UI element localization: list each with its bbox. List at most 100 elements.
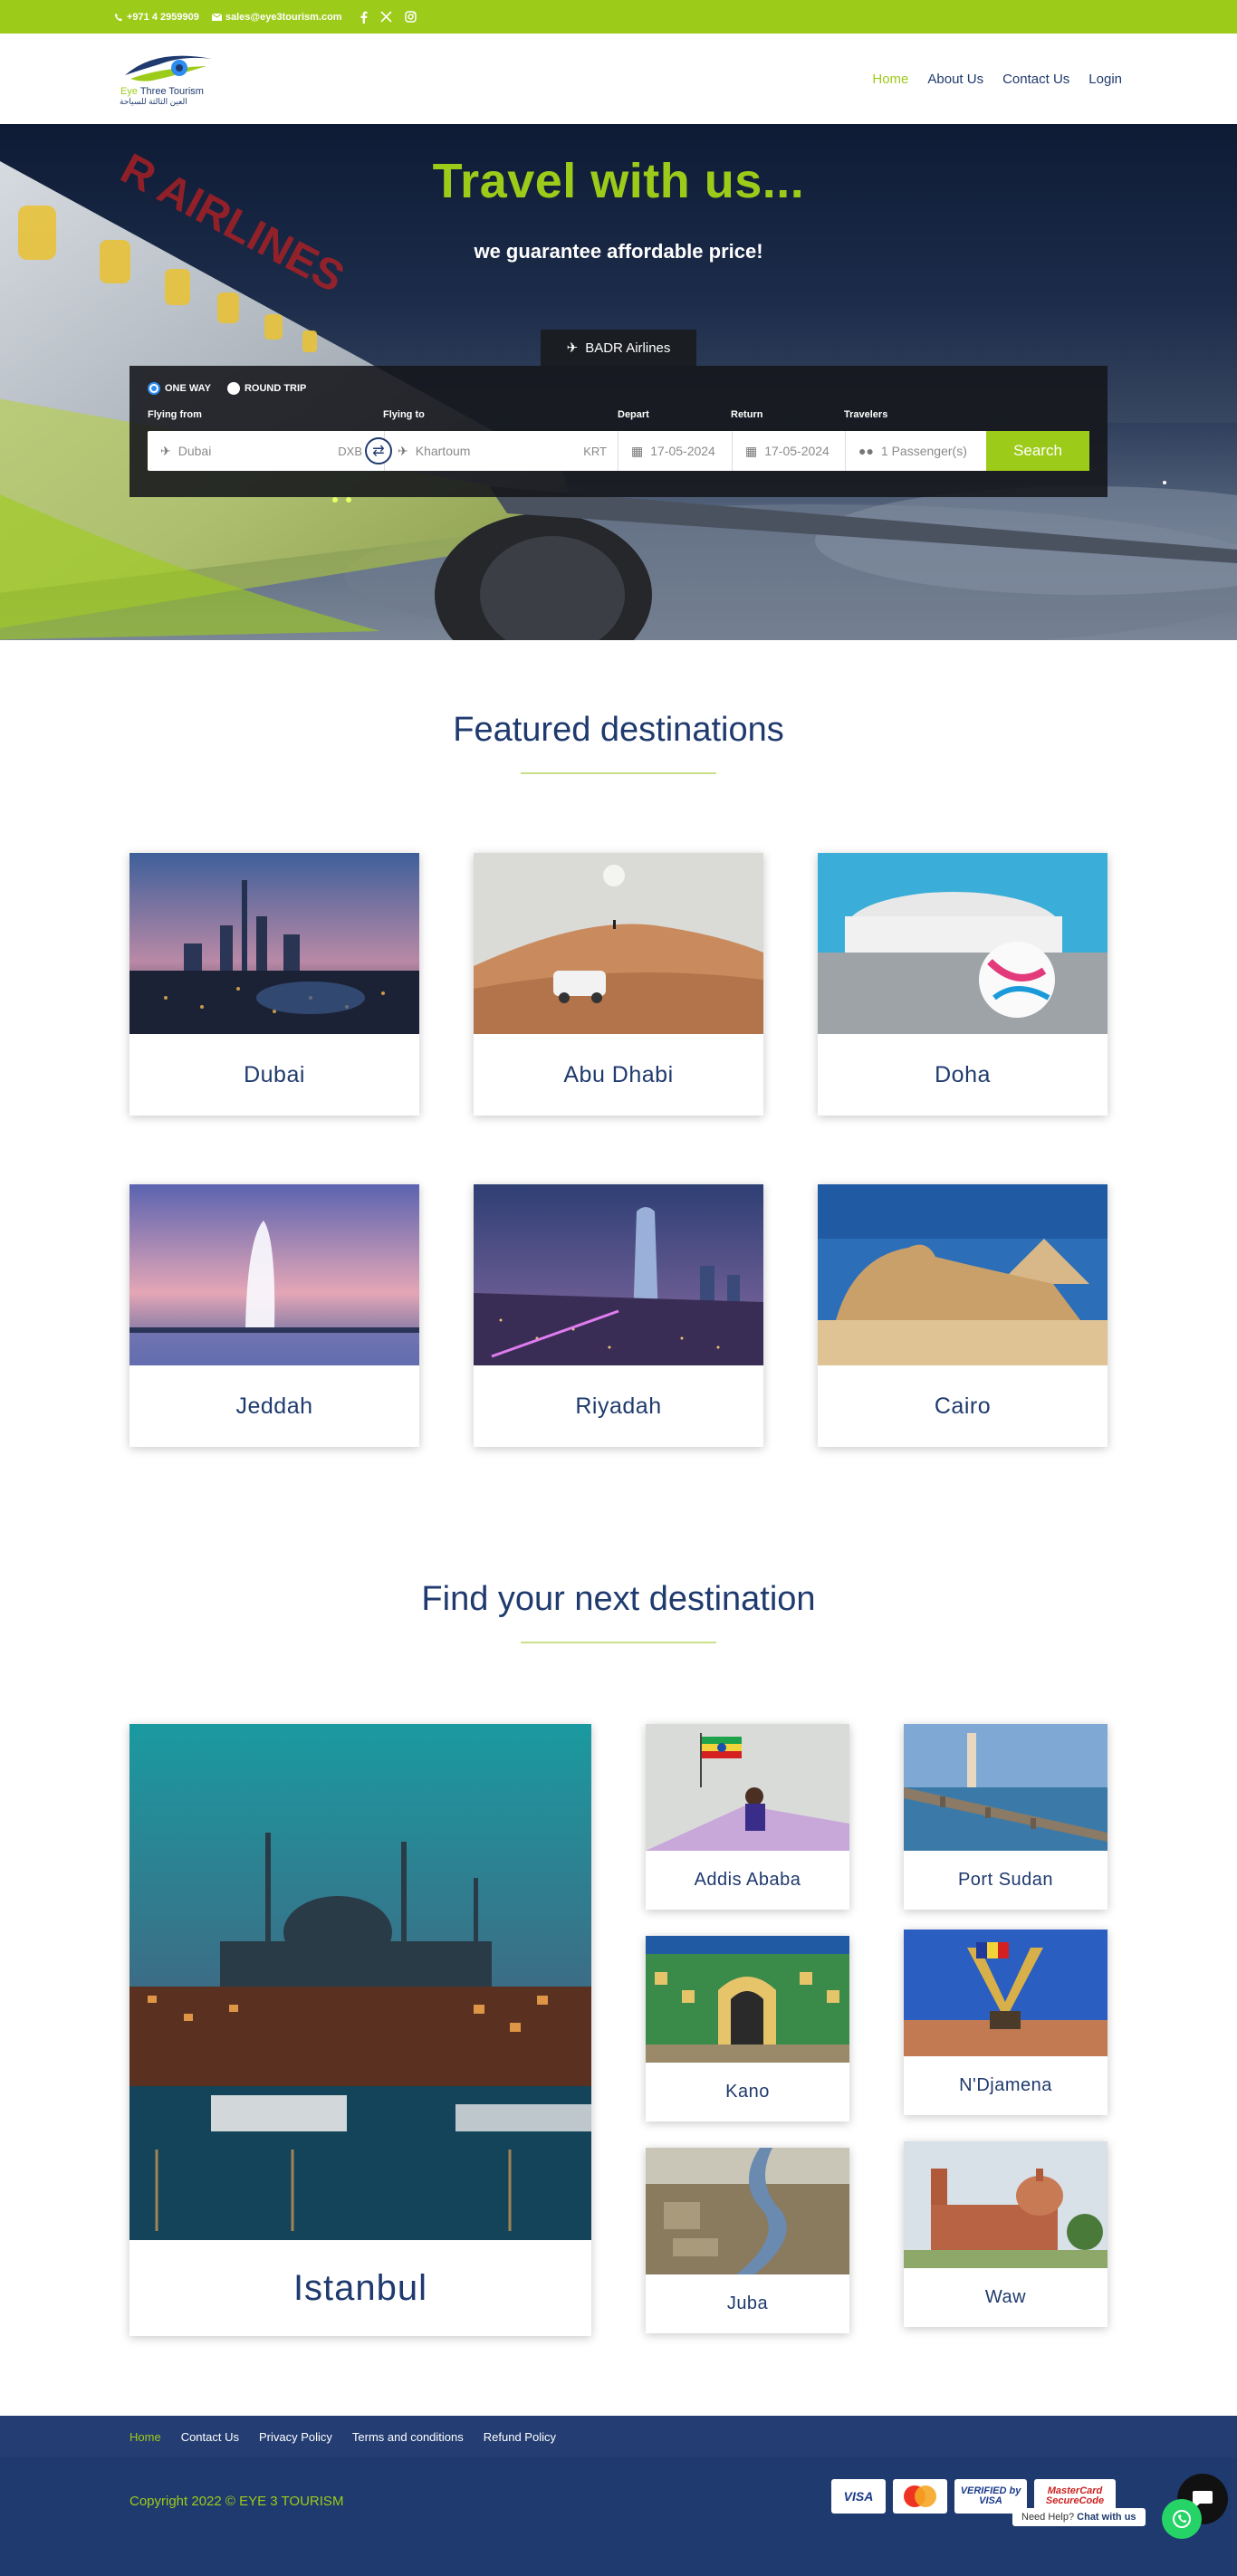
nav-home[interactable]: Home	[872, 72, 908, 87]
footer-link-terms[interactable]: Terms and conditions	[352, 2430, 464, 2444]
next-destination-section: Find your next destination	[0, 1580, 1237, 1643]
plane-icon: ✈	[566, 340, 579, 356]
depart-label: Depart	[618, 409, 649, 420]
footer-link-home[interactable]: Home	[129, 2430, 161, 2444]
destination-name: Waw	[984, 2287, 1027, 2307]
destination-name: Riyadah	[575, 1393, 662, 1419]
email-contact[interactable]: sales@eye3tourism.com	[211, 12, 342, 23]
chat-with-us-text: Chat with us	[1077, 2512, 1136, 2523]
destination-card-addis-ababa[interactable]: Addis Ababa	[646, 1724, 849, 1910]
destination-card-istanbul[interactable]: Istanbul	[129, 1724, 591, 2336]
mastercard-icon	[893, 2479, 947, 2514]
featured-section: Featured destinations	[0, 711, 1237, 774]
depart-date-field[interactable]: ▦ 17-05-2024	[618, 431, 733, 471]
logo-arabic: العين الثالثة للسياحة	[120, 97, 187, 106]
nav-about-us[interactable]: About Us	[927, 72, 983, 87]
destination-card-cairo[interactable]: Cairo	[818, 1184, 1108, 1447]
one-way-label: ONE WAY	[165, 383, 211, 394]
landing-icon: ✈	[398, 443, 408, 458]
top-bar: +971 4 2959909 sales@eye3tourism.com	[0, 0, 1237, 34]
return-label: Return	[731, 409, 763, 420]
phone-number: +971 4 2959909	[127, 11, 199, 23]
whatsapp-button[interactable]	[1162, 2499, 1202, 2539]
copyright-text: Copyright 2022 © EYE 3 TOURISM	[129, 2494, 344, 2509]
to-code: KRT	[583, 444, 607, 458]
destination-name: Kano	[725, 2082, 770, 2102]
travelers-field[interactable]: ●● 1 Passenger(s)	[846, 431, 986, 471]
from-city: Dubai	[177, 444, 212, 458]
destination-card-waw[interactable]: Waw	[904, 2141, 1108, 2327]
destination-card-port-sudan[interactable]: Port Sudan	[904, 1724, 1108, 1910]
destination-name: Port Sudan	[957, 1870, 1054, 1890]
featured-grid: Dubai Abu Dhabi Doha Jeddah Riyadah Cair…	[129, 853, 1108, 1447]
doha-image	[818, 853, 1108, 1034]
flying-to-field[interactable]: ✈ Khartoum KRT	[385, 431, 618, 471]
footer-link-privacy-policy[interactable]: Privacy Policy	[259, 2430, 332, 2444]
destination-card-jeddah[interactable]: Jeddah	[129, 1184, 419, 1447]
phone-contact[interactable]: +971 4 2959909	[114, 12, 199, 23]
instagram-icon[interactable]	[404, 11, 417, 23]
destination-name: Jeddah	[235, 1393, 313, 1419]
section-divider	[521, 1642, 716, 1643]
destination-card-kano[interactable]: Kano	[646, 1936, 849, 2121]
facebook-icon[interactable]	[360, 11, 368, 24]
destination-name: Addis Ababa	[694, 1870, 801, 1890]
hero-banner: R AIRLINES Travel with us... we guarante…	[0, 124, 1237, 640]
users-icon: ●●	[858, 444, 874, 458]
destination-card-dubai[interactable]: Dubai	[129, 853, 419, 1116]
destination-name: Juba	[726, 2294, 769, 2313]
addis-ababa-image	[646, 1724, 849, 1851]
destination-name: Dubai	[244, 1061, 305, 1087]
destination-card-juba[interactable]: Juba	[646, 2148, 849, 2333]
eye-logo-icon	[125, 55, 212, 81]
destination-name: Istanbul	[292, 2267, 428, 2308]
hero-title: Travel with us...	[432, 154, 805, 208]
footer-nav: Home Contact Us Privacy Policy Terms and…	[0, 2416, 1237, 2457]
logo-brand-a: Eye	[120, 86, 138, 97]
depart-date: 17-05-2024	[650, 444, 715, 458]
footer-link-contact-us[interactable]: Contact Us	[181, 2430, 239, 2444]
kano-image	[646, 1936, 849, 2063]
site-header: Eye Three Tourism العين الثالثة للسياحة …	[0, 34, 1237, 124]
radio-dot-icon	[226, 382, 240, 395]
search-button[interactable]: Search	[986, 431, 1089, 471]
nav-login[interactable]: Login	[1088, 72, 1122, 87]
featured-title: Featured destinations	[453, 711, 784, 749]
one-way-radio[interactable]: ONE WAY	[148, 382, 211, 395]
return-date-field[interactable]: ▦ 17-05-2024	[733, 431, 846, 471]
hero-subtitle: we guarantee affordable price!	[474, 240, 763, 263]
calendar-icon: ▦	[745, 443, 758, 458]
juba-image	[646, 2148, 849, 2274]
site-logo[interactable]: Eye Three Tourism العين الثالثة للسياحة	[120, 52, 216, 106]
chat-help-tooltip[interactable]: Need Help? Chat with us	[1012, 2508, 1146, 2526]
envelope-icon	[211, 13, 222, 21]
whatsapp-icon	[1173, 2510, 1191, 2528]
destination-name: Abu Dhabi	[563, 1061, 674, 1087]
next-destination-title: Find your next destination	[421, 1580, 816, 1618]
airline-tab[interactable]: ✈ BADR Airlines	[541, 330, 696, 366]
dubai-image	[129, 853, 419, 1034]
to-city: Khartoum	[415, 444, 471, 458]
riyadah-image	[474, 1184, 763, 1365]
logo-brand-b: Three Tourism	[137, 86, 204, 97]
jeddah-image	[129, 1184, 419, 1365]
abu-dhabi-image	[474, 853, 763, 1034]
destination-card-riyadah[interactable]: Riyadah	[474, 1184, 763, 1447]
x-icon[interactable]	[380, 11, 392, 23]
section-divider	[521, 772, 716, 774]
flying-from-label: Flying from	[148, 409, 202, 420]
destination-card-doha[interactable]: Doha	[818, 853, 1108, 1116]
swap-icon[interactable]: ⇄	[365, 437, 392, 464]
flying-from-field[interactable]: ✈ Dubai DXB	[148, 431, 385, 471]
destination-card-ndjamena[interactable]: N'Djamena	[904, 1930, 1108, 2115]
round-trip-radio[interactable]: ROUND TRIP	[226, 382, 306, 395]
flight-search-form: ONE WAY ROUND TRIP Flying from Flying to…	[129, 366, 1108, 497]
footer-link-refund-policy[interactable]: Refund Policy	[484, 2430, 556, 2444]
calendar-icon: ▦	[631, 443, 644, 458]
destination-name: Cairo	[934, 1393, 992, 1419]
destination-card-abu-dhabi[interactable]: Abu Dhabi	[474, 853, 763, 1116]
nav-contact-us[interactable]: Contact Us	[1002, 72, 1069, 87]
phone-icon	[114, 13, 122, 21]
ndjamena-image	[904, 1930, 1108, 2056]
waw-image	[904, 2141, 1108, 2268]
